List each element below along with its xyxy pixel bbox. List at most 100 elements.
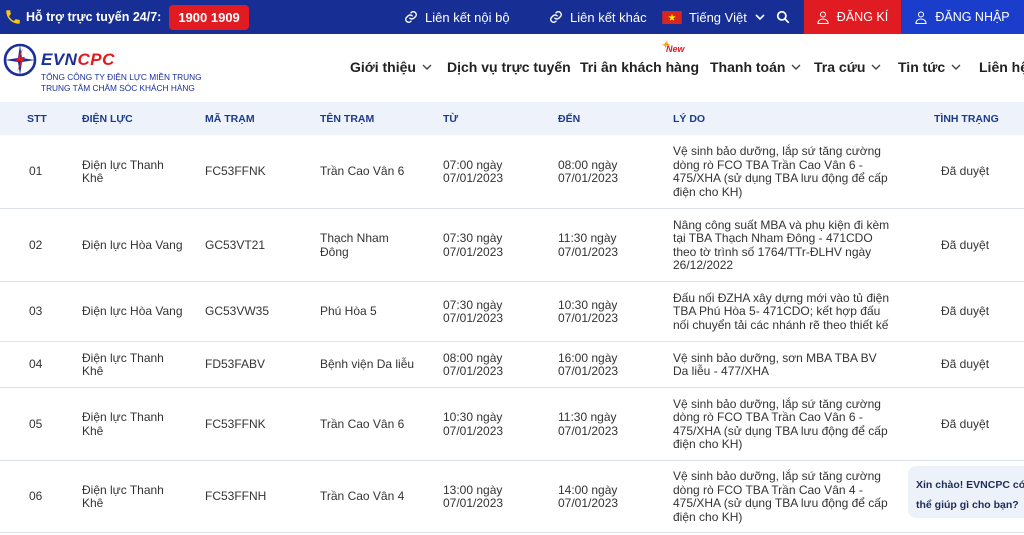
nav-online-services[interactable]: Dịch vụ trực tuyến <box>447 59 571 75</box>
hotline-label: Hỗ trợ trực tuyến 24/7: <box>26 10 162 24</box>
chevron-down-icon <box>422 64 432 70</box>
hotline-number[interactable]: 1900 1909 <box>169 4 249 30</box>
row-ly-do: Vệ sinh bảo dưỡng, sơn MBA TBA BV Da liễ… <box>673 350 877 378</box>
row-dien-luc: Điện lực Thanh Khê <box>82 410 164 438</box>
nav-lookup[interactable]: Tra cứu <box>814 59 881 75</box>
col-den: ĐẾN <box>558 113 581 125</box>
row-ten-tram: Trần Cao Vân 6 <box>320 416 405 431</box>
row-ten-tram: Thạch Nham Đông <box>320 231 389 259</box>
table-row: 04 Điện lực Thanh Khê FD53FABV Bệnh viện… <box>0 342 1024 388</box>
table-row: 01 Điện lực Thanh Khê FC53FFNK Trần Cao … <box>0 135 1024 209</box>
row-ten-tram: Phú Hòa 5 <box>320 304 377 319</box>
nav-contact-label: Liên hệ <box>979 59 1024 75</box>
row-tu: 13:00 ngày 07/01/2023 <box>443 482 504 510</box>
internal-links[interactable]: Liên kết nội bộ <box>404 0 510 34</box>
login-button[interactable]: ĐĂNG NHẬP <box>901 0 1024 34</box>
language-select[interactable]: Tiếng Việt <box>662 0 772 34</box>
new-badge: ✦ New <box>661 40 685 54</box>
top-bar: Hỗ trợ trực tuyến 24/7: 1900 1909 Liên k… <box>0 0 1024 34</box>
search-button[interactable] <box>776 0 797 34</box>
main-header: EVNCPC TỔNG CÔNG TY ĐIỆN LỰC MIỀN TRUNG … <box>0 34 1024 102</box>
chevron-down-icon <box>951 64 961 70</box>
row-ma-tram: FC53FFNH <box>205 489 267 504</box>
table-row: 02 Điện lực Hòa Vang GC53VT21 Thạch Nham… <box>0 209 1024 282</box>
row-tinh-trang: Đã duyệt <box>941 357 990 372</box>
link-icon <box>550 11 562 23</box>
internal-links-label: Liên kết nội bộ <box>425 9 510 25</box>
table-row: 06 Điện lực Thanh Khê FC53FFNH Trần Cao … <box>0 461 1024 533</box>
row-tinh-trang: Đã duyệt <box>941 164 990 179</box>
col-ly-do: LÝ DO <box>673 113 706 125</box>
phone-icon <box>6 10 20 24</box>
nav-payment[interactable]: Thanh toán <box>710 59 801 75</box>
row-tu: 07:30 ngày 07/01/2023 <box>443 297 504 325</box>
chat-greeting-line-1: Xin chào! EVNCPC có <box>916 479 1024 491</box>
row-ten-tram: Bệnh viện Da liễu <box>320 357 415 372</box>
user-icon <box>817 10 829 24</box>
row-ly-do: Đấu nối ĐZHA xây dựng mới vào tủ điện TB… <box>673 290 890 332</box>
language-label: Tiếng Việt <box>689 9 747 25</box>
row-tu: 07:00 ngày 07/01/2023 <box>443 157 504 185</box>
nav-about[interactable]: Giới thiệu <box>350 59 432 75</box>
logo-subtitle-center: TRUNG TÂM CHĂM SÓC KHÁCH HÀNG <box>41 83 195 93</box>
row-dien-luc: Điện lực Thanh Khê <box>82 157 164 185</box>
other-links[interactable]: Liên kết khác <box>549 0 647 34</box>
row-den: 14:00 ngày 07/01/2023 <box>558 482 619 510</box>
row-den: 16:00 ngày 07/01/2023 <box>558 350 619 378</box>
nav-online-services-label: Dịch vụ trực tuyến <box>447 59 571 75</box>
row-ly-do: Vệ sinh bảo dưỡng, lắp sứ tăng cường dòn… <box>673 396 888 451</box>
row-ma-tram: FC53FFNK <box>205 416 266 431</box>
row-tu: 08:00 ngày 07/01/2023 <box>443 350 504 378</box>
link-icon <box>405 11 417 23</box>
logo-subtitle-corporation: TỔNG CÔNG TY ĐIỆN LỰC MIỀN TRUNG <box>41 72 202 82</box>
row-den: 08:00 ngày 07/01/2023 <box>558 157 619 185</box>
row-ly-do: Nâng công suất MBA và phụ kiện đi kèm tạ… <box>673 217 890 272</box>
row-ma-tram: FC53FFNK <box>205 164 266 179</box>
row-tinh-trang: Đã duyệt <box>941 237 990 252</box>
row-stt: 05 <box>29 416 43 431</box>
row-den: 11:30 ngày 07/01/2023 <box>558 410 619 438</box>
logo-brand: EVNCPC <box>41 50 115 69</box>
register-button[interactable]: ĐĂNG KÍ <box>804 0 901 34</box>
register-label: ĐĂNG KÍ <box>836 10 889 24</box>
nav-customer-appreciation[interactable]: Tri ân khách hàng <box>580 59 699 75</box>
chat-greeting-line-2: thể giúp gì cho bạn? <box>916 499 1019 511</box>
row-dien-luc: Điện lực Hòa Vang <box>82 237 183 252</box>
vietnam-flag-icon <box>662 10 682 24</box>
row-stt: 06 <box>29 489 43 504</box>
row-tu: 10:30 ngày 07/01/2023 <box>443 410 504 438</box>
row-stt: 03 <box>29 304 43 319</box>
user-icon <box>915 10 927 24</box>
row-ly-do: Vệ sinh bảo dưỡng, lắp sứ tăng cường dòn… <box>673 469 888 524</box>
nav-news-label: Tin tức <box>898 59 946 75</box>
chevron-down-icon <box>791 64 801 70</box>
chevron-down-icon <box>755 14 765 21</box>
row-den: 11:30 ngày 07/01/2023 <box>558 231 619 259</box>
row-ten-tram: Trần Cao Vân 6 <box>320 164 405 179</box>
other-links-label: Liên kết khác <box>570 9 647 25</box>
row-dien-luc: Điện lực Thanh Khê <box>82 482 164 510</box>
login-label: ĐĂNG NHẬP <box>935 10 1010 24</box>
row-tinh-trang: Đã duyệt <box>941 416 990 431</box>
chevron-down-icon <box>871 64 881 70</box>
search-icon <box>776 10 790 24</box>
row-dien-luc: Điện lực Thanh Khê <box>82 350 164 378</box>
evncpc-logo[interactable]: EVNCPC TỔNG CÔNG TY ĐIỆN LỰC MIỀN TRUNG … <box>3 42 203 96</box>
nav-news[interactable]: Tin tức <box>898 59 961 75</box>
row-ten-tram: Trần Cao Vân 4 <box>320 489 405 504</box>
row-stt: 04 <box>29 357 43 372</box>
row-ma-tram: GC53VT21 <box>205 237 266 252</box>
nav-contact[interactable]: Liên hệ <box>979 59 1024 75</box>
col-ma-tram: MÃ TRẠM <box>205 113 255 125</box>
chat-greeting-bubble[interactable]: Xin chào! EVNCPC có thể giúp gì cho bạn? <box>908 466 1024 518</box>
col-tu: TỪ <box>443 113 459 125</box>
col-dien-luc: ĐIỆN LỰC <box>82 113 133 125</box>
col-tinh-trang: TÌNH TRẠNG <box>934 113 999 125</box>
table-header: STT ĐIỆN LỰC MÃ TRẠM TÊN TRẠM TỪ ĐẾN LÝ … <box>0 102 1024 135</box>
nav-lookup-label: Tra cứu <box>814 59 866 75</box>
row-tu: 07:30 ngày 07/01/2023 <box>443 231 504 259</box>
table-row: 03 Điện lực Hòa Vang GC53VW35 Phú Hòa 5 … <box>0 282 1024 342</box>
row-stt: 01 <box>29 164 43 179</box>
star-icon: ✦ <box>661 40 670 51</box>
row-tinh-trang: Đã duyệt <box>941 304 990 319</box>
